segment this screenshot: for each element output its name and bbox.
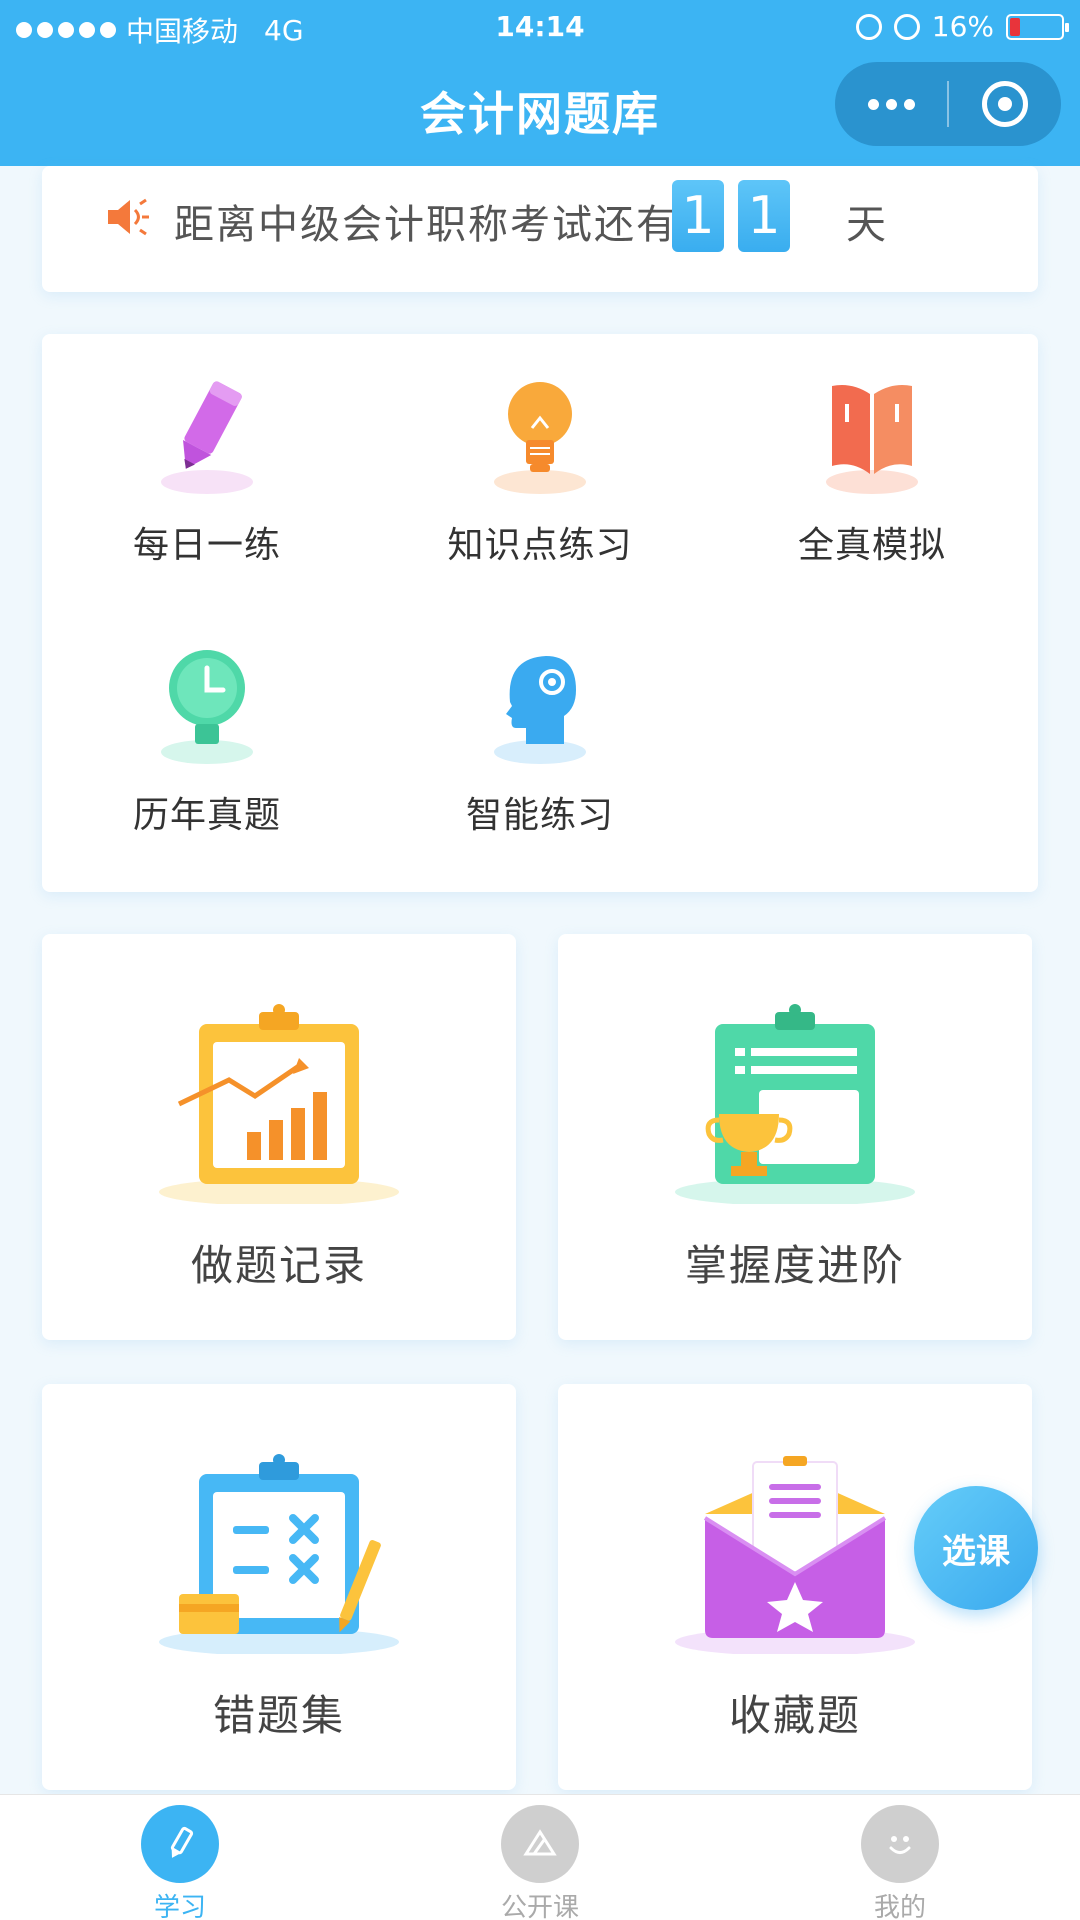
grid-item-daily-practice[interactable]: 每日一练 <box>77 374 337 568</box>
countdown-unit: 天 <box>846 202 886 248</box>
select-course-button[interactable]: 选课 <box>914 1486 1038 1610</box>
grid-item-label: 知识点练习 <box>447 525 633 566</box>
grid-item-label: 智能练习 <box>465 795 614 836</box>
grid-item-label: 历年真题 <box>132 795 281 836</box>
exam-countdown-card: 距离中级会计职称考试还有 1 1 天 <box>42 166 1038 292</box>
chart-board-icon <box>159 1004 399 1204</box>
feature-label: 做题记录 <box>190 1241 367 1290</box>
target-icon[interactable] <box>949 62 1061 146</box>
top-bar: 中国移动 4G 14:14 16% 会计网题库 <box>0 0 1080 166</box>
grid-item-label: 每日一练 <box>132 525 281 566</box>
feature-card-mastery[interactable]: 掌握度进阶 <box>558 934 1032 1340</box>
grid-item-past-exams[interactable]: 历年真题 <box>77 644 337 838</box>
trophy-board-icon <box>675 1004 915 1204</box>
grid-item-label: 全真模拟 <box>797 525 946 566</box>
countdown-digit: 1 <box>738 180 790 252</box>
tab-mine[interactable]: 我的 <box>820 1805 980 1920</box>
book-icon <box>832 385 912 474</box>
tab-study[interactable]: 学习 <box>100 1805 260 1920</box>
bottom-tab-bar: 学习 公开课 我的 <box>0 1794 1080 1920</box>
grid-item-knowledge-practice[interactable]: 知识点练习 <box>410 374 670 568</box>
tab-label: 我的 <box>873 1893 926 1920</box>
more-dots-icon[interactable] <box>835 62 947 146</box>
feature-label: 掌握度进阶 <box>684 1241 905 1290</box>
mini-program-capsule <box>835 62 1061 146</box>
grid-item-full-mock[interactable]: 全真模拟 <box>742 374 1002 568</box>
clock-icon <box>169 650 245 744</box>
grid-item-smart-practice[interactable]: 智能练习 <box>410 644 670 838</box>
countdown-digit: 1 <box>672 180 724 252</box>
brain-gear-icon <box>506 656 576 744</box>
status-bar: 中国移动 4G 14:14 16% <box>0 0 1080 54</box>
smiley-icon <box>861 1805 939 1883</box>
pencil-icon <box>183 381 242 469</box>
practice-grid: 每日一练 知识点练习 全真模拟 历年真题 智能练习 <box>42 334 1038 892</box>
alarm-icon <box>893 13 920 40</box>
tab-label: 公开课 <box>500 1893 579 1920</box>
pen-icon <box>141 1805 219 1883</box>
battery-percent: 16% <box>931 10 994 43</box>
speaker-icon <box>108 198 149 236</box>
lightbulb-icon <box>508 382 572 472</box>
feature-label: 收藏题 <box>728 1691 861 1740</box>
open-course-icon <box>501 1805 579 1883</box>
battery-icon <box>1006 13 1069 40</box>
feature-label: 错题集 <box>212 1691 345 1740</box>
tab-label: 学习 <box>153 1893 206 1920</box>
star-envelope-icon <box>675 1456 915 1654</box>
countdown-text: 距离中级会计职称考试还有 <box>174 202 678 248</box>
feature-card-practice-record[interactable]: 做题记录 <box>42 934 516 1340</box>
feature-card-mistakes[interactable]: 错题集 <box>42 1384 516 1790</box>
rotation-lock-icon <box>855 13 882 40</box>
mistakes-board-icon <box>159 1454 399 1654</box>
tab-open-course[interactable]: 公开课 <box>460 1805 620 1920</box>
